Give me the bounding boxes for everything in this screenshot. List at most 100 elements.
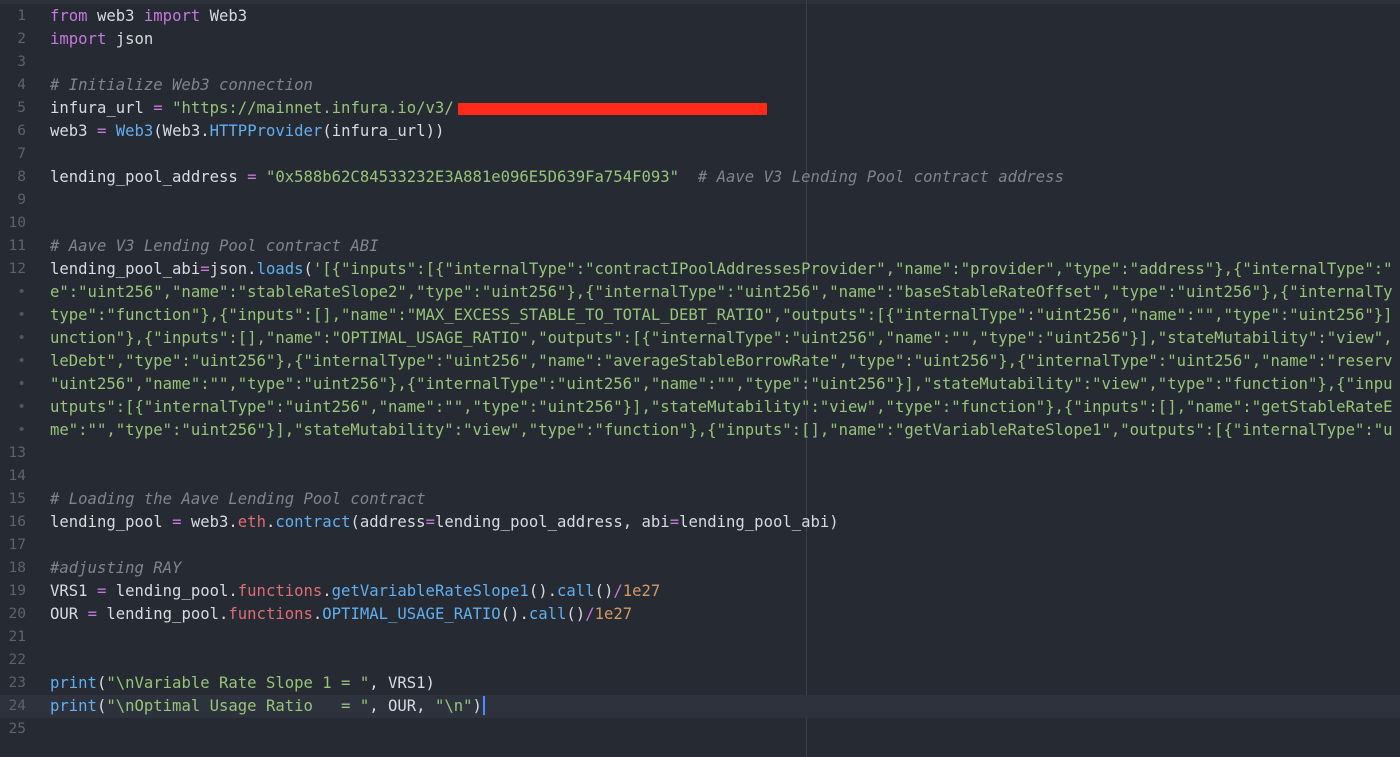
- code-token: (address: [350, 513, 426, 531]
- code-text[interactable]: OUR = lending_pool.functions.OPTIMAL_USA…: [50, 603, 632, 626]
- code-text[interactable]: # Initialize Web3 connection: [50, 74, 313, 97]
- code-text[interactable]: #adjusting RAY: [50, 557, 181, 580]
- code-text[interactable]: import json: [50, 28, 153, 51]
- line-number: 2: [17, 31, 26, 47]
- wrapped-code-line[interactable]: • utputs":[{"internalType":"uint256","nam…: [0, 396, 1400, 419]
- code-text[interactable]: lending_pool_abi=json.loads('[{"inputs":…: [50, 258, 1393, 281]
- wrapped-code-line[interactable]: • "uint256","name":"","type":"uint256"},{…: [0, 373, 1400, 396]
- code-text[interactable]: print("\nVariable Rate Slope 1 = ", VRS1…: [50, 672, 435, 695]
- code-token: # Aave V3 Lending Pool contract address: [697, 168, 1064, 186]
- line-number: 15: [8, 491, 26, 507]
- code-text[interactable]: "uint256","name":"","type":"uint256"},{"…: [50, 373, 1393, 396]
- code-token: Web3: [115, 122, 154, 140]
- code-text[interactable]: leDebt","type":"uint256"},{"internalType…: [50, 350, 1393, 373]
- code-line[interactable]: 7: [0, 143, 1400, 166]
- code-token: functions: [237, 582, 323, 600]
- code-line[interactable]: 9: [0, 189, 1400, 212]
- code-text[interactable]: me":"","type":"uint256"}],"stateMutabili…: [50, 419, 1393, 442]
- code-text[interactable]: infura_url = "https://mainnet.infura.io/…: [50, 97, 454, 120]
- wrap-indicator: •: [17, 284, 26, 300]
- wrapped-code-line[interactable]: • leDebt","type":"uint256"},{"internalTyp…: [0, 350, 1400, 373]
- code-line[interactable]: 11 # Aave V3 Lending Pool contract ABI: [0, 235, 1400, 258]
- code-token: lending_pool.: [96, 605, 229, 623]
- code-line[interactable]: 10: [0, 212, 1400, 235]
- code-token: lending_pool_abi: [50, 260, 201, 278]
- wrap-indicator: •: [17, 353, 26, 369]
- code-token: , VRS1): [369, 674, 435, 692]
- code-token: unction"},{"inputs":[],"name":"OPTIMAL_U…: [50, 329, 1393, 347]
- code-text[interactable]: lending_pool = web3.eth.contract(address…: [50, 511, 839, 534]
- code-token: functions: [228, 605, 313, 623]
- code-line[interactable]: 18 #adjusting RAY: [0, 557, 1400, 580]
- code-editor[interactable]: 1 from web3 import Web3 2 import json 3 4 # In…: [0, 0, 1400, 757]
- code-text[interactable]: web3 = Web3(Web3.HTTPProvider(infura_url…: [50, 120, 444, 143]
- wrap-indicator: •: [17, 422, 26, 438]
- line-number: 14: [8, 468, 26, 484]
- line-number: 22: [8, 652, 26, 668]
- code-text[interactable]: # Aave V3 Lending Pool contract ABI: [50, 235, 379, 258]
- code-token: call: [528, 605, 567, 623]
- code-line[interactable]: 16 lending_pool = web3.eth.contract(addre…: [0, 511, 1400, 534]
- line-number: 8: [17, 169, 26, 185]
- line-number: 7: [17, 146, 26, 162]
- code-token: json.: [209, 260, 257, 278]
- code-token: (: [303, 260, 313, 278]
- code-line[interactable]: 3: [0, 51, 1400, 74]
- code-text[interactable]: from web3 import Web3: [50, 5, 247, 28]
- code-token: me":"","type":"uint256"}],"stateMutabili…: [50, 421, 1393, 439]
- code-lines[interactable]: 1 from web3 import Web3 2 import json 3 4 # In…: [0, 5, 1400, 741]
- code-token: from: [50, 7, 88, 25]
- wrapped-code-line[interactable]: • unction"},{"inputs":[],"name":"OPTIMAL_…: [0, 327, 1400, 350]
- code-line[interactable]: 12 lending_pool_abi=json.loads('[{"inputs…: [0, 258, 1400, 281]
- code-token: (): [594, 582, 614, 600]
- line-number: 17: [8, 537, 26, 553]
- code-token: =: [153, 99, 163, 117]
- code-line[interactable]: 8 lending_pool_address = "0x588b62C845332…: [0, 166, 1400, 189]
- code-line[interactable]: 17: [0, 534, 1400, 557]
- code-line[interactable]: 25: [0, 718, 1400, 741]
- code-token: 1e27: [622, 582, 661, 600]
- wrapped-code-line[interactable]: • type":"function"},{"inputs":[],"name":"…: [0, 304, 1400, 327]
- code-token: '[{"inputs":[{"internalType":"contractIP…: [312, 260, 1393, 278]
- code-token: getVariableRateSlope1: [331, 582, 529, 600]
- code-line[interactable]: 23 print("\nVariable Rate Slope 1 = ", VR…: [0, 672, 1400, 695]
- code-line[interactable]: 5 infura_url = "https://mainnet.infura.io…: [0, 97, 1400, 120]
- code-token: OUR: [50, 605, 88, 623]
- code-text[interactable]: utputs":[{"internalType":"uint256","name…: [50, 396, 1393, 419]
- line-number: 10: [8, 215, 26, 231]
- code-line[interactable]: 20 OUR = lending_pool.functions.OPTIMAL_U…: [0, 603, 1400, 626]
- wrapped-code-line[interactable]: • me":"","type":"uint256"}],"stateMutabil…: [0, 419, 1400, 442]
- line-number: 25: [8, 721, 26, 737]
- code-text[interactable]: # Loading the Aave Lending Pool contract: [50, 488, 426, 511]
- code-token: (: [96, 697, 107, 715]
- code-line[interactable]: 1 from web3 import Web3: [0, 5, 1400, 28]
- code-line[interactable]: 13: [0, 442, 1400, 465]
- code-token: =: [96, 582, 107, 600]
- code-line[interactable]: 4 # Initialize Web3 connection: [0, 74, 1400, 97]
- code-token: =: [200, 260, 210, 278]
- code-token: , OUR,: [369, 697, 435, 715]
- code-line[interactable]: 19 VRS1 = lending_pool.functions.getVaria…: [0, 580, 1400, 603]
- code-line[interactable]: 14: [0, 465, 1400, 488]
- code-text[interactable]: type":"function"},{"inputs":[],"name":"M…: [50, 304, 1393, 327]
- wrap-indicator: •: [17, 376, 26, 392]
- code-line[interactable]: 6 web3 = Web3(Web3.HTTPProvider(infura_ur…: [0, 120, 1400, 143]
- code-text[interactable]: lending_pool_address = "0x588b62C8453323…: [50, 166, 1064, 189]
- code-text[interactable]: unction"},{"inputs":[],"name":"OPTIMAL_U…: [50, 327, 1393, 350]
- code-token: /: [585, 605, 595, 623]
- code-text[interactable]: e":"uint256","name":"stableRateSlope2","…: [50, 281, 1393, 304]
- code-line[interactable]: 21: [0, 626, 1400, 649]
- line-number: 11: [8, 238, 26, 254]
- code-line[interactable]: 22: [0, 649, 1400, 672]
- code-token: (: [96, 674, 107, 692]
- wrapped-code-line[interactable]: • e":"uint256","name":"stableRateSlope2",…: [0, 281, 1400, 304]
- code-line[interactable]: 15 # Loading the Aave Lending Pool contra…: [0, 488, 1400, 511]
- code-text[interactable]: VRS1 = lending_pool.functions.getVariabl…: [50, 580, 660, 603]
- code-text[interactable]: print("\nOptimal Usage Ratio = ", OUR, "…: [50, 695, 485, 718]
- code-line[interactable]: 24 print("\nOptimal Usage Ratio = ", OUR,…: [0, 695, 1400, 718]
- code-line[interactable]: 2 import json: [0, 28, 1400, 51]
